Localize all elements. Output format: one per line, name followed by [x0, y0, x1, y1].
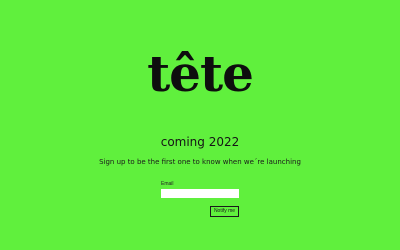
brand-logo: tête: [147, 44, 254, 103]
email-field[interactable]: [161, 189, 239, 198]
email-label: Email: [161, 181, 174, 187]
signup-subtitle: Sign up to be the first one to know when…: [99, 158, 301, 166]
notify-me-button[interactable]: Notify me: [210, 206, 239, 217]
coming-headline: coming 2022: [160, 135, 240, 149]
signup-form: Email: [161, 181, 239, 198]
